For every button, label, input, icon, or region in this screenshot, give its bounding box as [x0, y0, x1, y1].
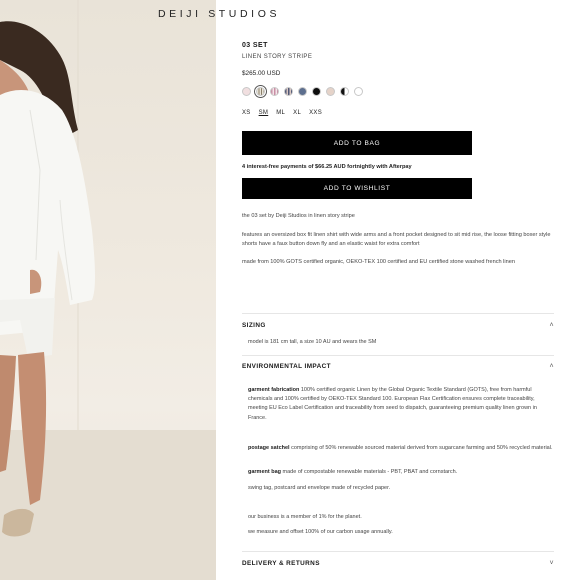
- color-swatch-black-white[interactable]: [340, 87, 349, 96]
- chevron-up-icon: ˄: [549, 363, 554, 370]
- description-intro: the 03 set by Deiji Studios in linen sto…: [242, 213, 355, 219]
- accordion-sizing-header[interactable]: SIZING ˄: [242, 322, 554, 329]
- env-satchel: postage satchel comprising of 50% renewa…: [248, 444, 554, 453]
- color-swatch-pink-check[interactable]: [270, 87, 279, 96]
- accordion-environmental-title: ENVIRONMENTAL IMPACT: [242, 363, 331, 370]
- env-bag-text: made of compostable renewable materials …: [281, 469, 458, 475]
- env-garment-bag: garment bag made of compostable renewabl…: [248, 468, 554, 477]
- size-option-ml[interactable]: ML: [276, 110, 285, 116]
- chevron-down-icon: ˅: [549, 560, 554, 567]
- divider: [242, 551, 554, 552]
- accordion-environmental-header[interactable]: ENVIRONMENTAL IMPACT ˄: [242, 363, 554, 370]
- color-swatch-white[interactable]: [354, 87, 363, 96]
- afterpay-note: 4 interest-free payments of $66.25 AUD f…: [242, 164, 412, 170]
- add-to-wishlist-button[interactable]: ADD TO WISHLIST: [242, 178, 472, 199]
- sizing-body: model is 181 cm tall, a size 10 AU and w…: [248, 339, 377, 345]
- color-swatch-slate-blue[interactable]: [298, 87, 307, 96]
- divider: [242, 355, 554, 356]
- product-photo: [0, 0, 216, 580]
- color-swatches: [242, 85, 363, 98]
- size-option-xl[interactable]: XL: [293, 110, 301, 116]
- description-materials: made from 100% GOTS certified organic, O…: [242, 259, 515, 265]
- add-to-bag-button[interactable]: ADD TO BAG: [242, 131, 472, 155]
- product-subtitle: LINEN STORY STRIPE: [242, 54, 313, 60]
- env-member: our business is a member of 1% for the p…: [248, 514, 362, 520]
- brand-logo[interactable]: DEIJI STUDIOS: [158, 8, 280, 20]
- description-features: features an oversized box fit linen shir…: [242, 232, 551, 248]
- color-swatch-black[interactable]: [312, 87, 321, 96]
- color-swatch-sand[interactable]: [326, 87, 335, 96]
- env-swing-tag: swing tag, postcard and envelope made of…: [248, 485, 391, 491]
- size-option-xxs[interactable]: XXS: [309, 110, 322, 116]
- env-satchel-label: postage satchel: [248, 445, 290, 451]
- env-satchel-text: comprising of 50% renewable sourced mate…: [289, 445, 553, 451]
- divider: [242, 313, 554, 314]
- size-option-xs[interactable]: XS: [242, 110, 251, 116]
- size-option-sm[interactable]: SM: [259, 110, 269, 116]
- env-carbon: we measure and offset 100% of our carbon…: [248, 529, 393, 535]
- product-price: $265.00 USD: [242, 70, 281, 77]
- accordion-delivery-title: DELIVERY & RETURNS: [242, 560, 320, 567]
- accordion-delivery-header[interactable]: DELIVERY & RETURNS ˅: [242, 560, 554, 567]
- accordion-sizing-title: SIZING: [242, 322, 266, 329]
- model-illustration: [0, 0, 216, 580]
- size-selector: XS SM ML XL XXS: [242, 110, 322, 116]
- env-fabric-label: garment fabrication: [248, 387, 300, 393]
- color-swatch-blush[interactable]: [242, 87, 251, 96]
- product-panel: 03 SET LINEN STORY STRIPE $265.00 USD XS…: [216, 0, 580, 580]
- color-swatch-navy-stripe[interactable]: [284, 87, 293, 96]
- env-fabric: garment fabrication 100% certified organ…: [248, 386, 554, 423]
- color-swatch-linen-story-stripe[interactable]: [254, 85, 267, 98]
- chevron-up-icon: ˄: [549, 322, 554, 329]
- product-title: 03 SET: [242, 42, 268, 49]
- env-bag-label: garment bag: [248, 469, 282, 475]
